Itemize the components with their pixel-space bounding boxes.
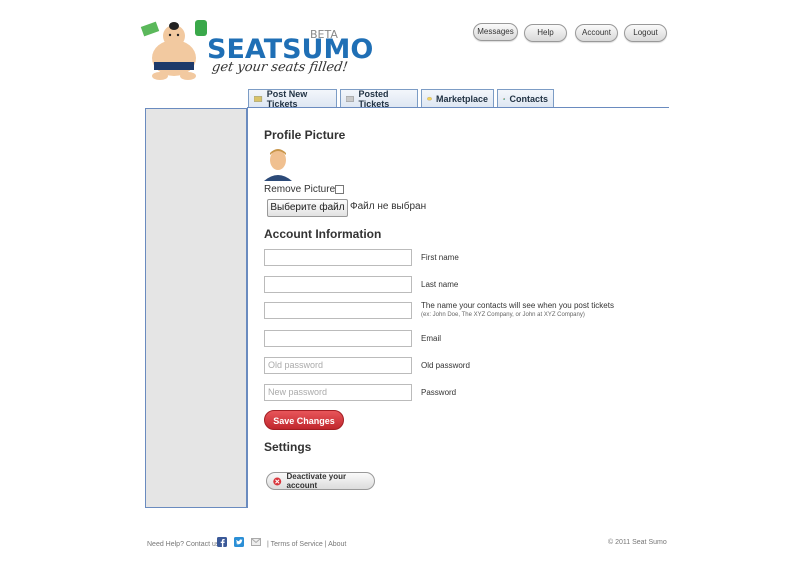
email-icon[interactable] xyxy=(251,538,261,546)
chat-bubble-icon xyxy=(427,97,432,101)
settings-heading: Settings xyxy=(264,440,312,454)
tab-posted-tickets[interactable]: Posted Tickets xyxy=(340,89,418,109)
messages-button[interactable]: Messages xyxy=(473,23,518,41)
deactivate-account-button[interactable]: Deactivate your account xyxy=(266,472,375,490)
tab-marketplace[interactable]: Marketplace xyxy=(421,89,494,108)
account-information-heading: Account Information xyxy=(264,227,382,241)
old-password-input[interactable]: Old password xyxy=(264,357,412,374)
tab-label: Posted Tickets xyxy=(358,89,390,109)
profile-picture-heading: Profile Picture xyxy=(264,128,346,142)
content-top-border xyxy=(247,107,669,108)
avatar xyxy=(264,147,292,181)
remove-picture-checkbox[interactable] xyxy=(335,185,344,194)
twitter-icon[interactable] xyxy=(234,537,244,547)
password-label: Password xyxy=(421,388,457,397)
facebook-icon[interactable] xyxy=(217,537,227,547)
logout-button[interactable]: Logout xyxy=(624,24,667,42)
footer-help-text: Need Help? Contact us: xyxy=(147,541,222,548)
tab-label: Contacts xyxy=(509,94,548,104)
display-name-hint: (ex: John Doe, The XYZ Company, or John … xyxy=(421,312,585,318)
remove-picture-label: Remove Picture xyxy=(264,184,336,195)
display-name-label: The name your contacts will see when you… xyxy=(421,301,614,310)
old-password-label: Old password xyxy=(421,361,470,370)
first-name-label: First name xyxy=(421,253,459,262)
save-changes-button[interactable]: Save Changes xyxy=(264,410,344,430)
content-left-border xyxy=(247,108,248,508)
tab-label: Post New Tickets xyxy=(266,89,308,109)
tab-post-new-tickets[interactable]: Post New Tickets xyxy=(248,89,337,109)
ticket-add-icon xyxy=(254,96,263,102)
display-name-input[interactable] xyxy=(264,302,412,319)
new-password-input[interactable]: New password xyxy=(264,384,412,401)
sidebar xyxy=(145,108,247,508)
close-circle-icon xyxy=(273,477,282,485)
sumo-mascot-icon xyxy=(140,20,207,80)
contacts-icon xyxy=(503,98,506,100)
logo-tagline: get your seats filled! xyxy=(210,60,349,75)
beta-badge: BETA xyxy=(310,28,338,41)
footer-copyright: © 2011 Seat Sumo xyxy=(608,539,667,546)
footer-links[interactable]: | Terms of Service | About xyxy=(267,541,346,548)
help-button[interactable]: Help xyxy=(524,24,567,42)
last-name-label: Last name xyxy=(421,280,459,289)
deactivate-label: Deactivate your account xyxy=(286,472,347,490)
tab-label: Marketplace xyxy=(435,94,488,104)
file-status-text: Файл не выбран xyxy=(350,201,427,212)
email-label: Email xyxy=(421,334,442,343)
tab-contacts[interactable]: Contacts xyxy=(497,89,554,108)
first-name-input[interactable] xyxy=(264,249,412,266)
last-name-input[interactable] xyxy=(264,276,412,293)
email-input[interactable] xyxy=(264,330,412,347)
choose-file-button[interactable]: Выберите файл xyxy=(267,199,348,217)
ticket-icon xyxy=(346,96,354,102)
account-button[interactable]: Account xyxy=(575,24,618,42)
